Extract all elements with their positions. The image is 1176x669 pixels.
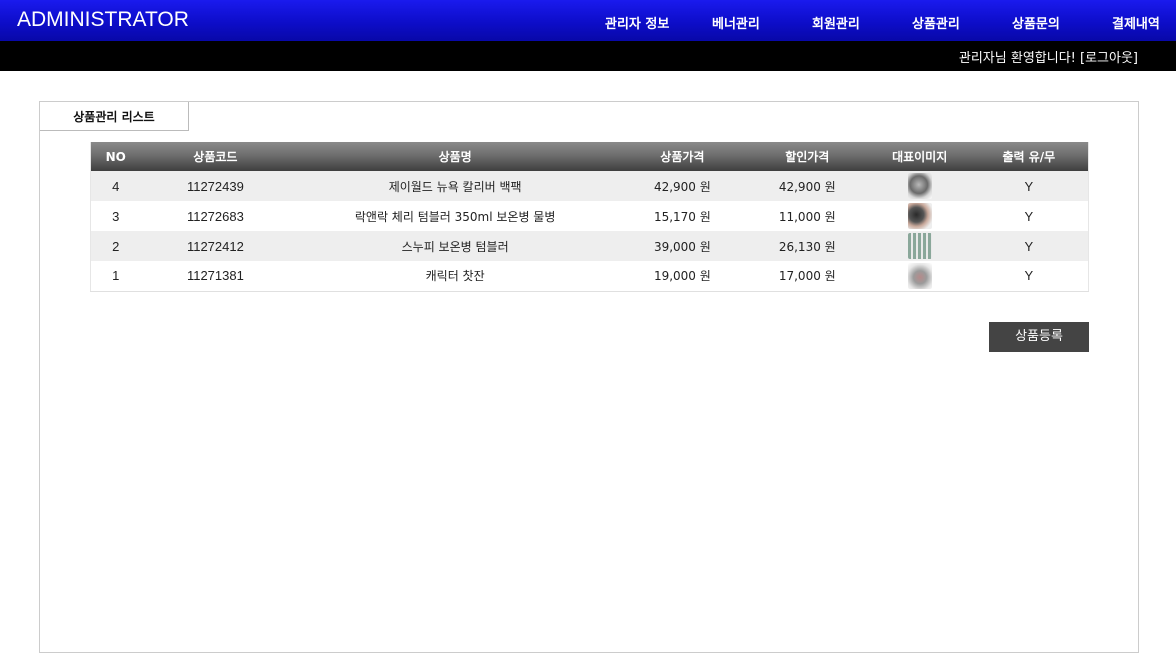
cell-display: Y [1024,178,1034,194]
user-bar: 관리자님 환영합니다! [로그아웃] [0,41,1176,71]
table-row[interactable]: 3 11272683 락앤락 체리 텀블러 350ml 보온병 물병 15,17… [90,201,1089,231]
cell-code: 11272683 [186,208,244,224]
tumbler-thumbnail[interactable] [907,203,932,229]
logout-link[interactable]: [로그아웃] [1080,51,1138,66]
col-header-name: 상품명 [438,150,472,164]
col-header-price: 상품가격 [660,150,705,164]
cell-image [869,261,970,292]
cell-discount: 26,130 원 [778,239,836,254]
cell-discount: 17,000 원 [744,261,870,292]
col-header-display: 출력 유/무 [1002,150,1056,164]
col-header-image: 대표이미지 [892,150,948,164]
nav-member-management[interactable]: 회원관리 [812,13,860,32]
top-navigation-bar: ADMINISTRATOR 관리자 정보 베너관리 회원관리 상품관리 상품문의… [0,0,1176,41]
nav-banner-management[interactable]: 베너관리 [712,13,760,32]
cell-display: Y [1024,208,1034,224]
cell-image [870,231,970,261]
cell-price: 19,000 원 [619,261,745,292]
cell-code: 11272439 [186,178,244,194]
nav-payment-history[interactable]: 결제내역 [1112,13,1160,32]
cell-display: Y [969,261,1089,292]
welcome-message: 관리자님 환영합니다! [958,51,1076,66]
cell-price: 39,000 원 [653,239,711,254]
cell-display: Y [1024,238,1034,254]
cell-image [870,201,970,231]
cell-no: 4 [112,178,120,194]
cell-product-name[interactable]: 락앤락 체리 텀블러 350ml 보온병 물병 [290,201,620,231]
table-row[interactable]: 1 11271381 캐릭터 찻잔 19,000 원 17,000 원 Y [90,261,1089,292]
col-header-code: 상품코드 [193,150,238,164]
cell-product-name[interactable]: 스누피 보온병 텀블러 [290,231,620,261]
nav-product-management[interactable]: 상품관리 [912,13,960,32]
teacup-thumbnail[interactable] [907,262,932,289]
cell-code: 11271381 [140,261,291,292]
product-list-panel: 상품관리 리스트 NO 상품코드 상품명 상품가격 할인가격 대표이미지 출력 … [39,101,1139,653]
cell-product-name[interactable]: 제이월드 뉴욕 칼리버 백팩 [290,171,620,201]
cell-discount: 42,900 원 [778,179,836,194]
cell-image [870,171,970,201]
backpack-thumbnail[interactable] [907,173,932,199]
cell-price: 15,170 원 [653,209,711,224]
nav-admin-info[interactable]: 관리자 정보 [605,13,669,32]
panel-tab-product-list[interactable]: 상품관리 리스트 [40,102,189,131]
table-row[interactable]: 4 11272439 제이월드 뉴욕 칼리버 백팩 42,900 원 42,90… [90,171,1089,201]
welcome-area: 관리자님 환영합니다! [로그아웃] [959,47,1138,66]
nav-product-inquiry[interactable]: 상품문의 [1012,13,1060,32]
cell-product-name[interactable]: 캐릭터 찻잔 [290,261,620,292]
col-header-discount: 할인가격 [785,150,830,164]
cell-price: 42,900 원 [653,179,711,194]
col-header-no: NO [105,149,126,164]
table-header-row: NO 상품코드 상품명 상품가격 할인가격 대표이미지 출력 유/무 [90,142,1089,171]
cell-no: 3 [112,208,120,224]
table-row[interactable]: 2 11272412 스누피 보온병 텀블러 39,000 원 26,130 원… [90,231,1089,261]
main-nav: 관리자 정보 베너관리 회원관리 상품관리 상품문의 결제내역 [0,13,1176,33]
thermos-thumbnail[interactable] [907,233,932,259]
cell-no: 2 [112,238,120,254]
product-table: NO 상품코드 상품명 상품가격 할인가격 대표이미지 출력 유/무 4 112… [90,142,1089,292]
cell-code: 11272412 [186,238,244,254]
register-product-button[interactable]: 상품등록 [989,322,1089,352]
cell-no: 1 [90,261,141,292]
cell-discount: 11,000 원 [778,209,836,224]
